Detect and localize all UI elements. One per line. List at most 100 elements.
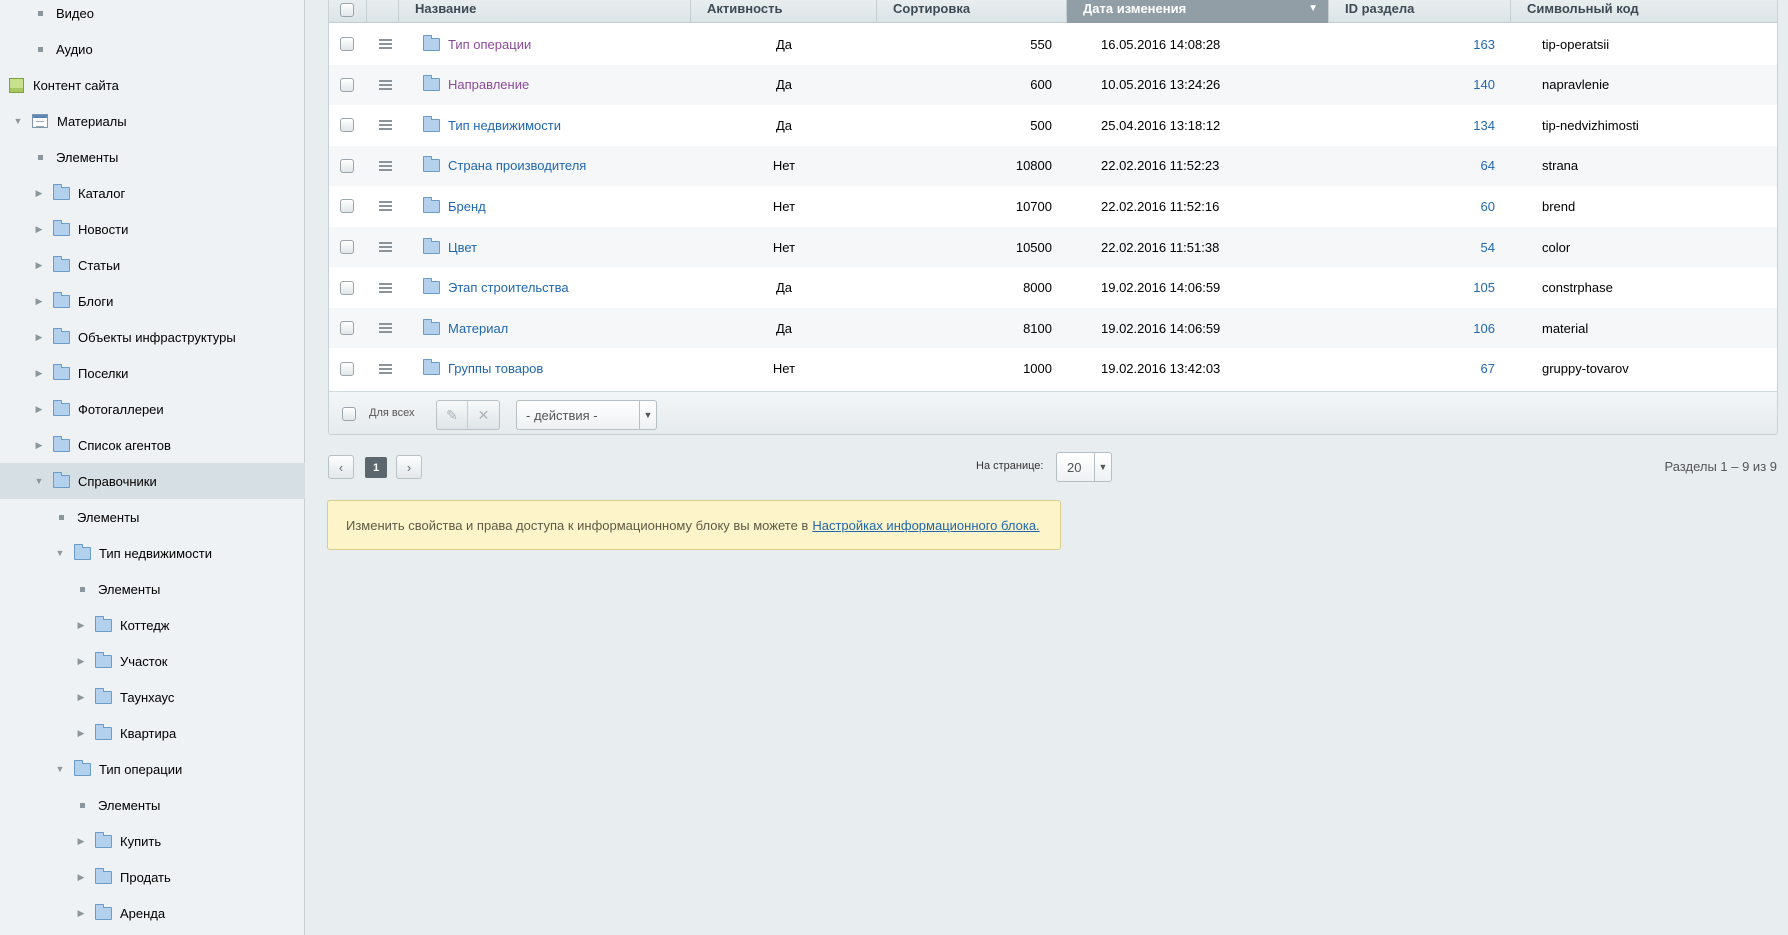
- tree-item-blogs[interactable]: ▶ Блоги: [0, 283, 305, 319]
- chevron-down-icon[interactable]: ▼: [54, 547, 66, 559]
- section-name-link[interactable]: Этап строительства: [448, 280, 569, 295]
- tree-item-infrastructure[interactable]: ▶ Объекты инфраструктуры: [0, 319, 305, 355]
- tree-item-cottage[interactable]: ▶ Коттедж: [0, 607, 305, 643]
- chevron-right-icon[interactable]: ▶: [33, 259, 45, 271]
- section-id-link[interactable]: 140: [1473, 77, 1495, 92]
- section-id-link[interactable]: 64: [1481, 158, 1495, 173]
- pager-next-button[interactable]: ›: [396, 455, 422, 479]
- hamburger-menu-icon[interactable]: [379, 323, 392, 334]
- section-id-link[interactable]: 106: [1473, 321, 1495, 336]
- chevron-right-icon[interactable]: ▶: [75, 655, 87, 667]
- tree-item-operation-type[interactable]: ▼ Тип операции: [0, 751, 305, 787]
- tree-item-directories[interactable]: ▼ Справочники: [0, 463, 305, 499]
- edit-button[interactable]: ✎: [437, 401, 469, 429]
- section-id-link[interactable]: 60: [1481, 199, 1495, 214]
- hamburger-menu-icon[interactable]: [379, 201, 392, 212]
- chevron-right-icon[interactable]: ▶: [33, 223, 45, 235]
- section-name-link[interactable]: Цвет: [448, 240, 477, 255]
- column-header-code[interactable]: Символьный код: [1511, 0, 1777, 23]
- table-row[interactable]: Группы товаров Нет 1000 19.02.2016 13:42:03…: [329, 348, 1777, 389]
- chevron-right-icon[interactable]: ▶: [75, 691, 87, 703]
- column-header-name[interactable]: Название: [399, 0, 691, 23]
- iblock-settings-link[interactable]: Настройках информационного блока.: [812, 518, 1039, 533]
- chevron-down-icon[interactable]: ▼: [12, 115, 24, 127]
- section-name-link[interactable]: Тип недвижимости: [448, 118, 561, 133]
- chevron-down-icon[interactable]: ▼: [33, 475, 45, 487]
- tree-item-elements[interactable]: Элементы: [0, 571, 305, 607]
- section-name-link[interactable]: Страна производителя: [448, 158, 586, 173]
- pager-page-current[interactable]: 1: [365, 457, 387, 478]
- tree-item-elements[interactable]: Элементы: [0, 787, 305, 823]
- section-id-link[interactable]: 134: [1473, 118, 1495, 133]
- chevron-right-icon[interactable]: ▶: [33, 403, 45, 415]
- tree-item-rent[interactable]: ▶ Аренда: [0, 895, 305, 931]
- tree-item-buy[interactable]: ▶ Купить: [0, 823, 305, 859]
- hamburger-menu-icon[interactable]: [379, 79, 392, 90]
- chevron-right-icon[interactable]: ▶: [33, 439, 45, 451]
- row-checkbox[interactable]: [340, 321, 354, 336]
- hamburger-menu-icon[interactable]: [379, 282, 392, 293]
- section-name-link[interactable]: Материал: [448, 321, 508, 336]
- row-checkbox[interactable]: [340, 199, 354, 214]
- tree-item-property-type[interactable]: ▼ Тип недвижимости: [0, 535, 305, 571]
- hamburger-menu-icon[interactable]: [379, 363, 392, 374]
- column-header-sort[interactable]: Сортировка: [877, 0, 1067, 23]
- section-name-link[interactable]: Группы товаров: [448, 361, 543, 376]
- hamburger-menu-icon[interactable]: [379, 120, 392, 131]
- per-page-select[interactable]: 20 ▼: [1056, 452, 1112, 482]
- table-row[interactable]: Цвет Нет 10500 22.02.2016 11:51:38 54 color: [329, 227, 1777, 267]
- section-name-link[interactable]: Бренд: [448, 199, 486, 214]
- section-id-link[interactable]: 67: [1481, 361, 1495, 376]
- chevron-right-icon[interactable]: ▶: [75, 619, 87, 631]
- tree-item-apartment[interactable]: ▶ Квартира: [0, 715, 305, 751]
- tree-item-elements[interactable]: Элементы: [0, 499, 305, 535]
- tree-item-materials[interactable]: ▼ Материалы: [0, 103, 305, 139]
- row-checkbox[interactable]: [340, 158, 354, 173]
- row-checkbox[interactable]: [340, 118, 354, 133]
- chevron-right-icon[interactable]: ▶: [33, 367, 45, 379]
- section-name-link[interactable]: Тип операции: [448, 37, 531, 52]
- section-name-link[interactable]: Направление: [448, 77, 529, 92]
- delete-button[interactable]: ✕: [468, 401, 499, 429]
- select-all-checkbox[interactable]: [340, 3, 354, 17]
- hamburger-menu-icon[interactable]: [379, 160, 392, 171]
- tree-item-photo-galleries[interactable]: ▶ Фотогаллереи: [0, 391, 305, 427]
- column-header-date[interactable]: Дата изменения ▼: [1067, 0, 1329, 23]
- chevron-right-icon[interactable]: ▶: [75, 835, 87, 847]
- tree-item-townhouse[interactable]: ▶ Таунхаус: [0, 679, 305, 715]
- table-row[interactable]: Направление Да 600 10.05.2016 13:24:26 140 na…: [329, 64, 1777, 105]
- table-row[interactable]: Тип недвижимости Да 500 25.04.2016 13:18:12…: [329, 105, 1777, 146]
- tree-item-land[interactable]: ▶ Участок: [0, 643, 305, 679]
- apply-to-all-checkbox[interactable]: [342, 407, 356, 421]
- actions-select[interactable]: - действия - ▼: [516, 400, 657, 430]
- table-row[interactable]: Материал Да 8100 19.02.2016 14:06:59 106 mate…: [329, 308, 1777, 349]
- section-id-link[interactable]: 163: [1473, 37, 1495, 52]
- tree-item-agents[interactable]: ▶ Список агентов: [0, 427, 305, 463]
- tree-item-articles[interactable]: ▶ Статьи: [0, 247, 305, 283]
- table-row[interactable]: Тип операции Да 550 16.05.2016 14:08:28 163 t…: [329, 24, 1777, 64]
- tree-item-audio[interactable]: Аудио: [0, 31, 305, 67]
- row-checkbox[interactable]: [340, 240, 354, 254]
- chevron-right-icon[interactable]: ▶: [33, 295, 45, 307]
- chevron-right-icon[interactable]: ▶: [75, 871, 87, 883]
- tree-item-site-content[interactable]: Контент сайта: [0, 67, 305, 103]
- row-checkbox[interactable]: [340, 37, 354, 51]
- row-checkbox[interactable]: [340, 77, 354, 92]
- tree-item-video[interactable]: Видео: [0, 0, 305, 31]
- pager-prev-button[interactable]: ‹: [328, 455, 354, 479]
- row-checkbox[interactable]: [340, 280, 354, 295]
- tree-item-villages[interactable]: ▶ Поселки: [0, 355, 305, 391]
- tree-item-sell[interactable]: ▶ Продать: [0, 859, 305, 895]
- row-checkbox[interactable]: [340, 361, 354, 376]
- table-row[interactable]: Бренд Нет 10700 22.02.2016 11:52:16 60 brend: [329, 186, 1777, 227]
- table-row[interactable]: Страна производителя Нет 10800 22.02.2016 1…: [329, 145, 1777, 186]
- tree-item-elements[interactable]: Элементы: [0, 139, 305, 175]
- column-header-active[interactable]: Активность: [691, 0, 877, 23]
- chevron-right-icon[interactable]: ▶: [75, 727, 87, 739]
- tree-item-news[interactable]: ▶ Новости: [0, 211, 305, 247]
- chevron-down-icon[interactable]: ▼: [54, 763, 66, 775]
- section-id-link[interactable]: 105: [1473, 280, 1495, 295]
- table-row[interactable]: Этап строительства Да 8000 19.02.2016 14:06…: [329, 267, 1777, 308]
- section-id-link[interactable]: 54: [1481, 240, 1495, 255]
- hamburger-menu-icon[interactable]: [379, 39, 392, 49]
